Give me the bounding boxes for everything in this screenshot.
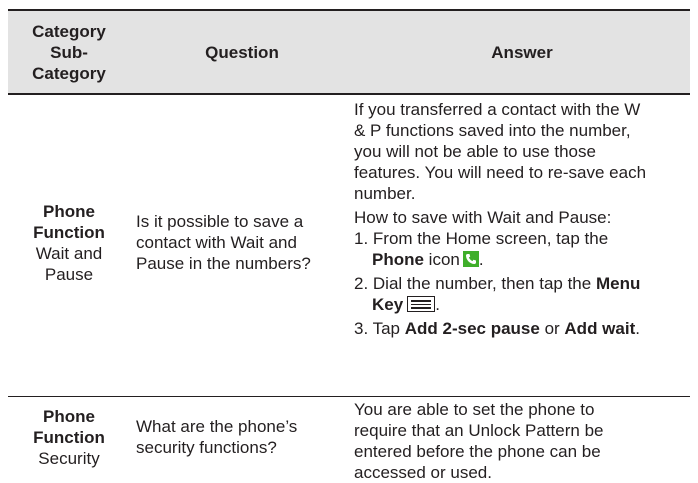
question-line: Is it possible to save a (136, 212, 304, 231)
step-text: . (435, 295, 440, 314)
category-label: Phone (43, 407, 95, 426)
menu-key-icon (407, 296, 436, 312)
bold-term: Add wait (564, 319, 636, 338)
how-to-line: How to save with Wait and Pause: (354, 208, 612, 227)
question-line: contact with Wait and (136, 233, 297, 252)
answer-line: You are able to set the phone to (354, 400, 595, 419)
table-header-row: Category Sub- Category Question Answer (8, 11, 690, 93)
question-line: What are the phone’s (136, 417, 298, 436)
header-question: Question (205, 42, 279, 62)
bold-term: Add 2-sec pause (404, 319, 540, 338)
answer-line: number. (354, 184, 416, 203)
question-line: Pause in the numbers? (136, 254, 311, 273)
step-text: . (635, 319, 640, 338)
step-line: Key. (354, 294, 690, 315)
header-answer: Answer (491, 42, 553, 62)
answer-line: you will not be able to use those (354, 142, 596, 161)
category-cell: Phone Function Security (8, 406, 130, 469)
bold-term: Key (372, 295, 404, 314)
phone-icon (462, 251, 479, 267)
subcategory-label: Security (38, 449, 100, 468)
step-text: 3. Tap (354, 319, 405, 338)
question-line: security functions? (136, 438, 277, 457)
answer-cell: You are able to set the phone to require… (354, 399, 690, 483)
category-cell: Phone Function Wait and Pause (8, 201, 130, 285)
bold-term: Phone (372, 250, 424, 269)
answer-line: If you transferred a contact with the W (354, 100, 641, 119)
step-text: icon (423, 250, 460, 269)
step-line: Phone icon. (354, 249, 690, 270)
subcategory-label: Wait and (35, 244, 103, 263)
step-text: . (478, 250, 484, 269)
table-row: Phone Function Wait and Pause Is it poss… (8, 95, 690, 395)
header-category: Category Sub- Category (8, 11, 130, 93)
step-text: or (539, 319, 565, 338)
step-line: 3. Tap Add 2-sec pause or Add wait. (354, 318, 690, 339)
table-row: Phone Function Security What are the pho… (8, 397, 690, 482)
question-cell: Is it possible to save a contact with Wa… (136, 211, 348, 274)
answer-line: & P functions saved into the number, (354, 121, 631, 140)
answer-line: features. You will need to re-save each (354, 163, 647, 182)
category-label: Function (33, 223, 105, 242)
header-category-line: Sub- (50, 42, 88, 62)
answer-line: accessed or used. (354, 463, 492, 482)
subcategory-label: Pause (44, 265, 94, 284)
answer-line: require that an Unlock Pattern be (354, 421, 604, 440)
category-label: Phone (43, 202, 95, 221)
step-line: 2. Dial the number, then tap the Menu (354, 273, 690, 294)
question-cell: What are the phone’s security functions? (136, 416, 348, 458)
bold-term: Menu (595, 274, 641, 293)
answer-cell: If you transferred a contact with the W … (354, 99, 690, 339)
category-label: Function (33, 428, 105, 447)
step-text: 2. Dial the number, then tap the (354, 274, 592, 293)
answer-line: entered before the phone can be (354, 442, 601, 461)
header-category-line: Category (32, 63, 106, 83)
step-line: 1. From the Home screen, tap the (354, 229, 609, 248)
header-category-line: Category (32, 21, 106, 41)
